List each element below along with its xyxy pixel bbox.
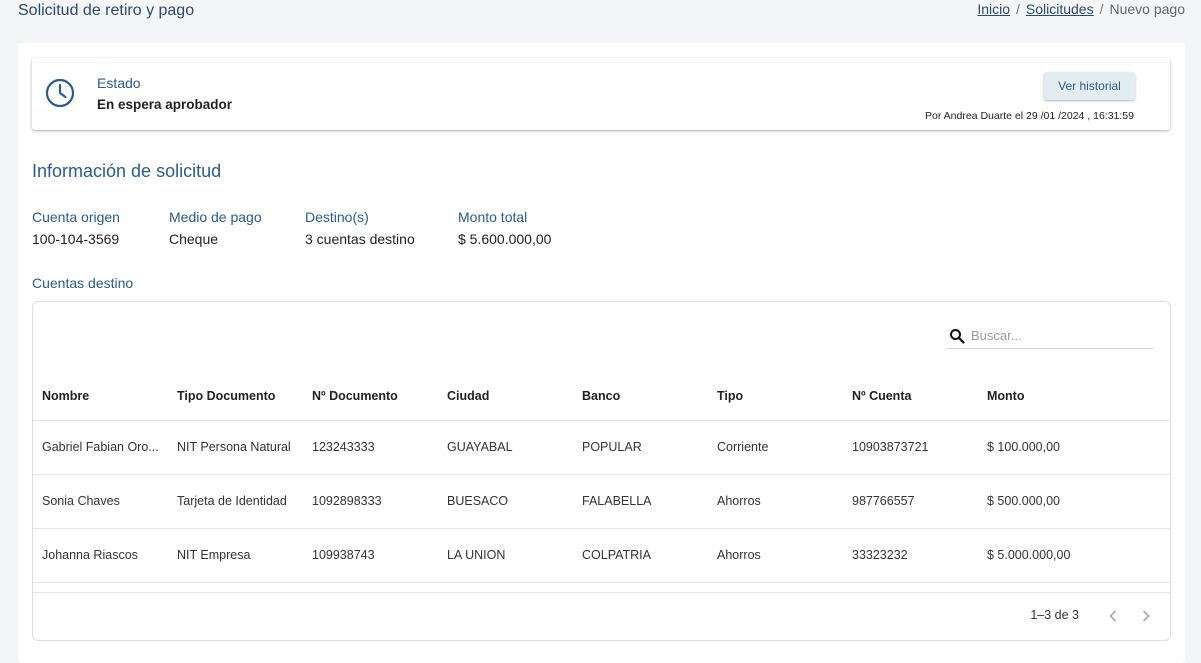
status-value: En espera aprobador xyxy=(97,97,233,112)
table-cell: Ahorros xyxy=(708,528,843,583)
page-title: Solicitud de retiro y pago xyxy=(18,2,195,19)
table-cell: FALABELLA xyxy=(573,474,708,529)
search-icon xyxy=(950,328,965,344)
next-page-button[interactable] xyxy=(1135,605,1157,627)
table-cell: NIT Persona Natural xyxy=(168,420,303,475)
section-title: Información de solicitud xyxy=(32,161,222,181)
table-row[interactable]: Gabriel Fabian Oro... NIT Persona Natura… xyxy=(33,420,1170,475)
table-cell: 109938743 xyxy=(303,528,438,583)
info-field-total-amount: Monto total $ 5.600.000,00 xyxy=(458,209,551,247)
table-cell: 33323232 xyxy=(843,528,978,583)
pagination-range: 1–3 de 3 xyxy=(1030,608,1079,622)
table-cell: Ahorros xyxy=(708,474,843,529)
table-cell: GUAYABAL xyxy=(438,420,573,475)
info-value: 3 cuentas destino xyxy=(305,231,415,247)
column-header[interactable]: Nombre xyxy=(33,372,168,421)
info-field-destinations: Destino(s) 3 cuentas destino xyxy=(305,209,458,247)
destinations-table: Nombre Tipo Documento Nº Documento Ciuda… xyxy=(33,372,1170,583)
info-label: Destino(s) xyxy=(305,209,369,225)
table-cell: BUESACO xyxy=(438,474,573,529)
status-card: Estado En espera aprobador Ver historial… xyxy=(32,58,1170,130)
breadcrumb: Inicio / Solicitudes / Nuevo pago xyxy=(977,1,1185,17)
top-bar: Solicitud de retiro y pago Inicio / Soli… xyxy=(0,0,1201,40)
table-row[interactable]: Johanna Riascos NIT Empresa 109938743 LA… xyxy=(33,528,1170,583)
breadcrumb-home-link[interactable]: Inicio xyxy=(977,1,1010,17)
request-info-grid: Cuenta origen 100-104-3569 Medio de pago… xyxy=(32,209,551,247)
main-card: Estado En espera aprobador Ver historial… xyxy=(18,43,1185,663)
view-history-button[interactable]: Ver historial xyxy=(1044,72,1135,100)
table-cell: 123243333 xyxy=(303,420,438,475)
table-cell: LA UNION xyxy=(438,528,573,583)
column-header[interactable]: Nº Documento xyxy=(303,372,438,421)
status-label: Estado xyxy=(97,75,141,91)
table-cell: 987766557 xyxy=(843,474,978,529)
column-header[interactable]: Tipo xyxy=(708,372,843,421)
table-cell: COLPATRIA xyxy=(573,528,708,583)
column-header[interactable]: Tipo Documento xyxy=(168,372,303,421)
info-field-payment-method: Medio de pago Cheque xyxy=(169,209,305,247)
info-field-source-account: Cuenta origen 100-104-3569 xyxy=(32,209,169,247)
breadcrumb-requests-link[interactable]: Solicitudes xyxy=(1026,1,1094,17)
info-label: Cuenta origen xyxy=(32,209,120,225)
clock-icon xyxy=(45,78,75,108)
table-cell: $ 500.000,00 xyxy=(978,474,1170,529)
chevron-right-icon xyxy=(1142,610,1150,622)
column-header[interactable]: Monto xyxy=(978,372,1170,421)
info-value: Cheque xyxy=(169,231,219,247)
table-cell: Corriente xyxy=(708,420,843,475)
destinations-table-card: Nombre Tipo Documento Nº Documento Ciuda… xyxy=(32,301,1171,641)
destinations-label: Cuentas destino xyxy=(32,275,134,291)
table-cell: $ 100.000,00 xyxy=(978,420,1170,475)
previous-page-button[interactable] xyxy=(1102,605,1124,627)
info-label: Medio de pago xyxy=(169,209,262,225)
table-cell: Sonia Chaves xyxy=(33,474,168,529)
chevron-left-icon xyxy=(1109,610,1117,622)
table-pagination: 1–3 de 3 xyxy=(33,592,1170,640)
column-header[interactable]: Nº Cuenta xyxy=(843,372,978,421)
table-cell: 10903873721 xyxy=(843,420,978,475)
column-header[interactable]: Ciudad xyxy=(438,372,573,421)
table-cell: POPULAR xyxy=(573,420,708,475)
table-cell: 1092898333 xyxy=(303,474,438,529)
info-value: $ 5.600.000,00 xyxy=(458,231,552,247)
table-cell: Johanna Riascos xyxy=(33,528,168,583)
info-value: 100-104-3569 xyxy=(32,231,120,247)
search-input[interactable] xyxy=(971,328,1146,343)
table-cell: NIT Empresa xyxy=(168,528,303,583)
table-cell: Tarjeta de Identidad xyxy=(168,474,303,529)
breadcrumb-separator: / xyxy=(1099,1,1104,17)
column-header[interactable]: Banco xyxy=(573,372,708,421)
breadcrumb-separator: / xyxy=(1016,1,1020,17)
table-cell: Gabriel Fabian Oro... xyxy=(33,420,168,475)
info-label: Monto total xyxy=(458,209,528,225)
search-field[interactable] xyxy=(947,323,1153,349)
status-meta: Por Andrea Duarte el 29 /01 /2024 , 16:3… xyxy=(925,110,1134,122)
breadcrumb-current: Nuevo pago xyxy=(1109,1,1185,17)
table-header-row: Nombre Tipo Documento Nº Documento Ciuda… xyxy=(33,372,1170,421)
table-cell: $ 5.000.000,00 xyxy=(978,528,1170,583)
table-row[interactable]: Sonia Chaves Tarjeta de Identidad 109289… xyxy=(33,474,1170,529)
